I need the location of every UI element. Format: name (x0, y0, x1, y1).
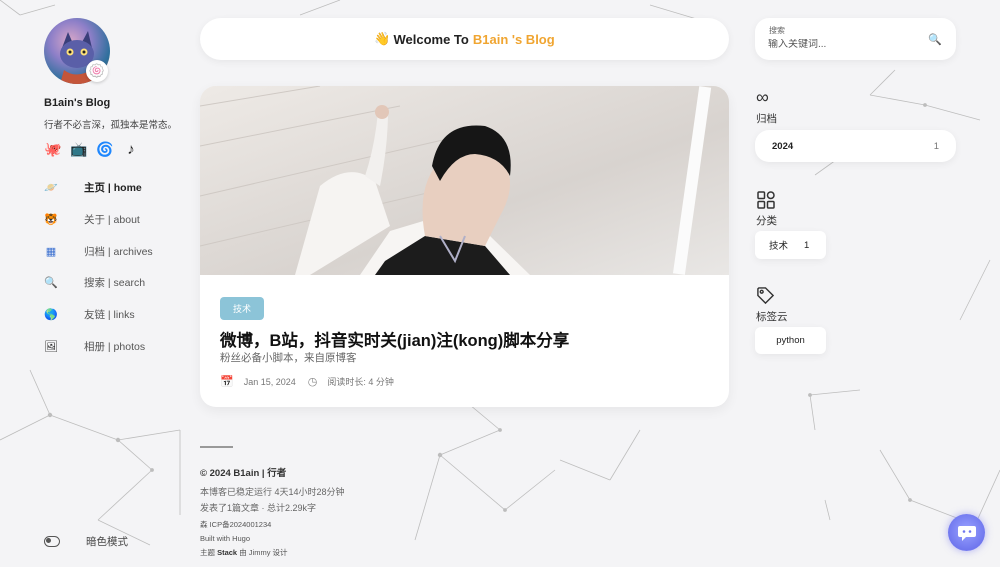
post-date: Jan 15, 2024 (243, 376, 296, 387)
search-input[interactable] (768, 39, 918, 50)
emoji-badge-glyph: 🍥 (88, 63, 106, 78)
post-subtitle: 粉丝必备小脚本，来自原博客 (220, 352, 357, 364)
calendar-icon: 📅 (220, 376, 234, 388)
bilibili-icon[interactable]: 📺 (70, 140, 88, 158)
menu-item-label: 主页 | home (84, 182, 142, 195)
post-meta: 📅 Jan 15, 2024 ◷ 阅读时长: 4 分钟 (220, 375, 394, 388)
archive-count: 1 (933, 140, 939, 152)
categories-title: 分类 (756, 215, 777, 227)
welcome-banner: 👋 Welcome To B1ain 's Blog (200, 18, 729, 60)
menu-item-search[interactable]: 🔍 搜索 | search (44, 267, 194, 299)
site-name: B1ain's Blog (44, 97, 111, 109)
categories-icon (756, 190, 776, 215)
magnifier-icon: 🔍 (44, 277, 58, 290)
footer-theme-prefix: 主题 (200, 548, 215, 557)
search-label: 搜索 (769, 26, 785, 35)
post-title[interactable]: 微博，B站，抖音实时关(jian)注(kong)脚本分享 (220, 327, 569, 351)
menu-item-label: 归档 | archives (84, 245, 153, 258)
footer-divider (200, 446, 233, 448)
cover-photo-illustration (200, 86, 729, 275)
tagcloud-title: 标签云 (756, 311, 788, 323)
category-item[interactable]: 技术 1 (755, 231, 826, 259)
github-icon[interactable]: 🐙 (44, 140, 62, 158)
social-links: 🐙 📺 🌀 ♪ (44, 140, 140, 158)
tiger-icon: 🐯 (44, 214, 58, 227)
menu-item-home[interactable]: 🪐 主页 | home (44, 172, 194, 204)
main-menu: 🪐 主页 | home 🐯 关于 | about ▦ 归档 | archives… (44, 172, 194, 362)
category-count: 1 (804, 239, 810, 251)
tag-python[interactable]: python (755, 327, 826, 354)
category-name: 技术 (769, 241, 789, 252)
weibo-icon[interactable]: 🌀 (96, 140, 114, 158)
site-description: 行者不必言深，孤独本是常态。 (44, 120, 178, 131)
clock-icon: ◷ (307, 376, 318, 388)
grid-icon: ▦ (45, 245, 57, 258)
footer-theme-name[interactable]: Stack (217, 548, 237, 557)
footer-copyright: © 2024 B1ain | 行者 (200, 468, 287, 479)
waving-hand-icon: 👋 (374, 31, 391, 46)
search-icon[interactable]: 🔍 (928, 33, 942, 46)
menu-item-about[interactable]: 🐯 关于 | about (44, 204, 194, 236)
dark-mode-label: 暗色模式 (86, 536, 128, 548)
tiktok-icon[interactable]: ♪ (122, 140, 140, 158)
menu-item-archives[interactable]: ▦ 归档 | archives (44, 235, 194, 267)
search-box: 搜索 🔍 (755, 18, 956, 60)
footer-built-with[interactable]: Built with Hugo (200, 534, 250, 543)
footer-uptime: 本博客已稳定运行 4天14小时28分钟 (200, 487, 345, 497)
post-card[interactable]: 技术 微博，B站，抖音实时关(jian)注(kong)脚本分享 粉丝必备小脚本，… (200, 86, 729, 407)
footer-theme-suffix: 由 Jimmy 设计 (239, 548, 288, 557)
archive-year-item[interactable]: 2024 1 (755, 130, 956, 162)
tag-icon (756, 286, 775, 310)
welcome-blog-name: B1ain 's Blog (472, 31, 555, 47)
toggle-icon (44, 536, 60, 547)
menu-item-links[interactable]: 🌎 友链 | links (44, 299, 194, 331)
infinity-icon: ∞ (756, 87, 769, 107)
planet-icon: 🪐 (44, 182, 58, 195)
menu-item-label: 相册 | photos (84, 340, 146, 353)
menu-item-photos[interactable]: 🖼 相册 | photos (44, 330, 194, 362)
footer-stats: 发表了1篇文章 · 总计2.29k字 (200, 503, 317, 513)
dark-mode-toggle[interactable]: 暗色模式 (44, 534, 128, 549)
welcome-prefix: Welcome To (393, 31, 469, 47)
chat-button[interactable] (948, 514, 985, 551)
archive-year: 2024 (772, 140, 794, 152)
chat-bubble-icon (957, 525, 976, 541)
avatar-emoji-badge: 🍥 (86, 60, 108, 82)
post-cover-image[interactable] (200, 86, 729, 275)
post-reading-time: 阅读时长: 4 分钟 (327, 377, 394, 387)
menu-item-label: 友链 | links (84, 309, 135, 322)
footer-theme: 主题 Stack 由 Jimmy 设计 (200, 547, 288, 558)
globe-icon: 🌎 (44, 309, 58, 322)
picture-icon: 🖼 (44, 340, 58, 353)
menu-item-label: 搜索 | search (84, 277, 146, 290)
post-category-tag[interactable]: 技术 (220, 297, 265, 320)
archives-title: 归档 (756, 113, 777, 125)
menu-item-label: 关于 | about (84, 214, 140, 227)
footer-icp[interactable]: 森 ICP备2024001234 (200, 519, 271, 530)
